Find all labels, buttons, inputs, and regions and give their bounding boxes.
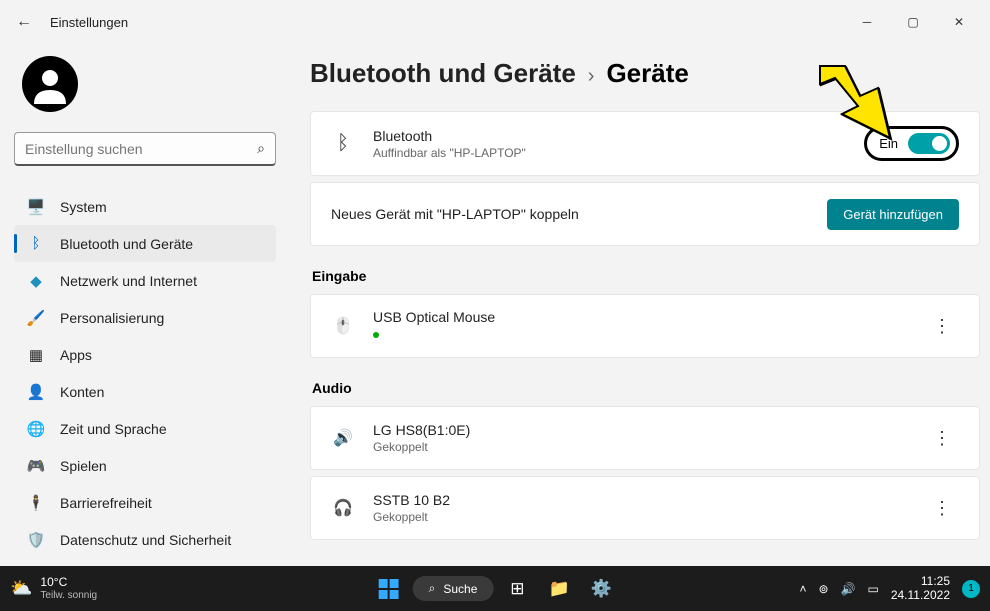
device-card[interactable]: 🎧 SSTB 10 B2 Gekoppelt ⋮	[310, 476, 980, 540]
settings-icon[interactable]: ⚙️	[583, 571, 619, 607]
bluetooth-subtitle: Auffindbar als "HP-LAPTOP"	[373, 146, 864, 160]
headphones-icon: 🎧	[331, 498, 355, 518]
sidebar-item-time-language[interactable]: 🌐 Zeit und Sprache	[14, 410, 276, 447]
sidebar-item-label: Bluetooth und Geräte	[60, 236, 193, 252]
weather-icon: ⛅	[10, 578, 32, 599]
person-icon: 👤	[26, 382, 46, 402]
brush-icon: 🖌️	[26, 308, 46, 328]
clock-time: 11:25	[891, 575, 950, 589]
taskbar-weather[interactable]: ⛅ 10°C Teilw. sonnig	[10, 576, 97, 600]
taskbar-search[interactable]: ⌕ Suche	[413, 576, 494, 601]
weather-desc: Teilw. sonnig	[40, 590, 97, 601]
apps-icon: ▦	[26, 345, 46, 365]
sidebar-item-gaming[interactable]: 🎮 Spielen	[14, 447, 276, 484]
titlebar: ← Einstellungen ─ ▢ ✕	[0, 0, 990, 44]
window-title: Einstellungen	[50, 15, 128, 30]
avatar[interactable]	[22, 56, 78, 112]
pair-card: Neues Gerät mit "HP-LAPTOP" koppeln Gerä…	[310, 182, 980, 246]
gamepad-icon: 🎮	[26, 456, 46, 476]
search-field[interactable]	[25, 141, 257, 157]
wifi-tray-icon[interactable]: ⊚	[818, 582, 828, 596]
taskbar: ⛅ 10°C Teilw. sonnig ⌕ Suche ⊞ 📁 ⚙️ ˄ ⊚ …	[0, 566, 990, 611]
sidebar-item-label: Netzwerk und Internet	[60, 273, 197, 289]
sidebar-item-label: System	[60, 199, 107, 215]
battery-tray-icon[interactable]: ▭	[867, 582, 878, 596]
sidebar-item-privacy[interactable]: 🛡️ Datenschutz und Sicherheit	[14, 521, 276, 558]
device-menu-button[interactable]: ⋮	[925, 424, 959, 453]
section-heading-audio: Audio	[312, 380, 980, 396]
speaker-icon: 🔊	[331, 428, 355, 448]
sidebar-item-label: Konten	[60, 384, 104, 400]
sidebar-item-label: Barrierefreiheit	[60, 495, 152, 511]
minimize-button[interactable]: ─	[844, 6, 890, 38]
bluetooth-icon: ᛒ	[26, 234, 46, 254]
sidebar-item-system[interactable]: 🖥️ System	[14, 188, 276, 225]
pair-text: Neues Gerät mit "HP-LAPTOP" koppeln	[331, 206, 827, 222]
sidebar-item-personalization[interactable]: 🖌️ Personalisierung	[14, 299, 276, 336]
search-icon: ⌕	[257, 140, 265, 157]
bluetooth-toggle[interactable]	[908, 133, 950, 154]
search-input[interactable]: ⌕	[14, 132, 276, 166]
shield-icon: 🛡️	[26, 530, 46, 550]
status-dot-connected	[373, 332, 379, 338]
taskbar-search-label: Suche	[443, 582, 477, 596]
sidebar-item-accounts[interactable]: 👤 Konten	[14, 373, 276, 410]
sidebar-item-network[interactable]: ◆ Netzwerk und Internet	[14, 262, 276, 299]
device-card[interactable]: 🔊 LG HS8(B1:0E) Gekoppelt ⋮	[310, 406, 980, 470]
sidebar: ⌕ 🖥️ System ᛒ Bluetooth und Geräte ◆ Netzwe…	[0, 44, 290, 566]
sidebar-item-label: Datenschutz und Sicherheit	[60, 532, 231, 548]
bluetooth-title: Bluetooth	[373, 128, 864, 144]
accessibility-icon: 🕴	[26, 493, 46, 513]
sidebar-item-accessibility[interactable]: 🕴 Barrierefreiheit	[14, 484, 276, 521]
sidebar-item-label: Apps	[60, 347, 92, 363]
maximize-button[interactable]: ▢	[890, 6, 936, 38]
device-name: SSTB 10 B2	[373, 492, 925, 508]
bluetooth-icon: ᛒ	[331, 132, 355, 155]
device-status: Gekoppelt	[373, 440, 925, 454]
back-button[interactable]: ←	[8, 13, 40, 31]
task-view-button[interactable]: ⊞	[499, 571, 535, 607]
device-name: LG HS8(B1:0E)	[373, 422, 925, 438]
breadcrumb-parent[interactable]: Bluetooth und Geräte	[310, 58, 576, 89]
volume-tray-icon[interactable]: 🔊	[841, 582, 856, 596]
chevron-up-icon[interactable]: ˄	[799, 582, 806, 596]
close-button[interactable]: ✕	[936, 6, 982, 38]
explorer-icon[interactable]: 📁	[541, 571, 577, 607]
nav-list: 🖥️ System ᛒ Bluetooth und Geräte ◆ Netzwerk…	[14, 188, 276, 558]
search-icon: ⌕	[429, 581, 436, 596]
clock-date: 24.11.2022	[891, 589, 950, 603]
mouse-icon: 🖱️	[331, 316, 355, 336]
device-card[interactable]: 🖱️ USB Optical Mouse ⋮	[310, 294, 980, 358]
breadcrumb: Bluetooth und Geräte › Geräte	[310, 58, 980, 89]
breadcrumb-current: Geräte	[606, 58, 688, 89]
device-menu-button[interactable]: ⋮	[925, 494, 959, 523]
display-icon: 🖥️	[26, 197, 46, 217]
notification-badge[interactable]: 1	[962, 580, 980, 598]
sidebar-item-bluetooth-devices[interactable]: ᛒ Bluetooth und Geräte	[14, 225, 276, 262]
device-menu-button[interactable]: ⋮	[925, 312, 959, 341]
bluetooth-toggle-wrap: Ein	[864, 126, 959, 161]
sidebar-item-label: Zeit und Sprache	[60, 421, 167, 437]
device-status: Gekoppelt	[373, 510, 925, 524]
sidebar-item-apps[interactable]: ▦ Apps	[14, 336, 276, 373]
start-button[interactable]	[371, 571, 407, 607]
sidebar-item-label: Personalisierung	[60, 310, 164, 326]
globe-icon: 🌐	[26, 419, 46, 439]
section-heading-input: Eingabe	[312, 268, 980, 284]
wifi-icon: ◆	[26, 271, 46, 291]
device-name: USB Optical Mouse	[373, 309, 925, 325]
add-device-button[interactable]: Gerät hinzufügen	[827, 199, 959, 230]
weather-temp: 10°C	[40, 576, 97, 589]
sidebar-item-label: Spielen	[60, 458, 107, 474]
toggle-label: Ein	[879, 136, 898, 151]
taskbar-clock[interactable]: 11:25 24.11.2022	[891, 575, 950, 603]
main-content: Bluetooth und Geräte › Geräte ᛒ Bluetoot…	[290, 44, 990, 566]
bluetooth-card: ᛒ Bluetooth Auffindbar als "HP-LAPTOP" E…	[310, 111, 980, 176]
chevron-right-icon: ›	[588, 65, 595, 88]
